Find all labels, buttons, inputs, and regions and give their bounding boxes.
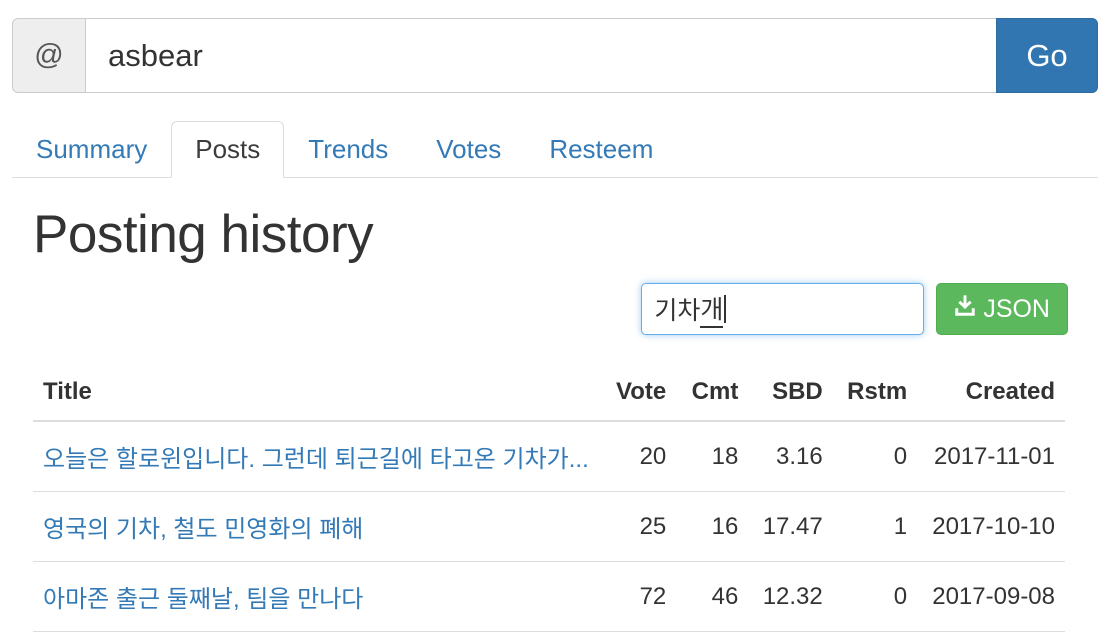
post-title-link[interactable]: 오늘은 할로윈입니다. 그런데 퇴근길에 타고온 기차가... — [43, 446, 589, 473]
cell-cmt: 18 — [711, 442, 739, 470]
cell-cmt: 12 — [676, 631, 749, 642]
column-header-title[interactable]: Title — [33, 370, 599, 422]
cell-vote: 72 — [598, 561, 677, 632]
export-json-label: JSON — [983, 294, 1050, 323]
tab-summary[interactable]: Summary — [12, 121, 171, 178]
cell-created: 2017-09-08 — [917, 561, 1065, 632]
table-row: 영국에서 프로그래머로 취업하기 (하) 20 12 18.56 2 2017-… — [33, 631, 1065, 642]
post-title-link[interactable]: 영국의 기차, 철도 민영화의 폐해 — [43, 516, 363, 543]
account-search-group: @ Go — [12, 18, 1098, 93]
account-search-input[interactable] — [86, 18, 996, 93]
cell-sbd: 12.32 — [748, 561, 833, 632]
table-head: Title Vote Cmt SBD Rstm Created — [33, 370, 1065, 422]
cell-sbd: 3.16 — [776, 442, 823, 470]
column-header-rstm[interactable]: Rstm — [832, 370, 918, 422]
tab-posts[interactable]: Posts — [171, 121, 285, 178]
cell-title: 영국에서 프로그래머로 취업하기 (하) — [33, 631, 599, 642]
profile-tabs: Summary Posts Trends Votes Resteem — [12, 118, 1098, 178]
cell-cmt: 16 — [676, 491, 749, 562]
column-header-created[interactable]: Created — [917, 370, 1065, 422]
page-root: @ Go Summary Posts Trends Votes Resteem … — [0, 0, 1110, 642]
posting-history-table: Title Vote Cmt SBD Rstm Created 오늘은 할로윈입… — [33, 370, 1065, 642]
tab-resteem[interactable]: Resteem — [525, 121, 677, 178]
tab-votes[interactable]: Votes — [412, 121, 525, 178]
table-filter-input[interactable]: 기차 개 — [641, 283, 925, 335]
column-header-sbd[interactable]: SBD — [748, 370, 833, 422]
post-title-link[interactable]: 아마존 출근 둘째날, 팀을 만나다 — [43, 586, 363, 613]
download-icon — [954, 294, 976, 324]
tab-trends[interactable]: Trends — [284, 121, 412, 178]
page-title: Posting history — [33, 205, 374, 264]
cell-vote: 20 — [598, 631, 677, 642]
table-body: 오늘은 할로윈입니다. 그런데 퇴근길에 타고온 기차가... 20 18 3.… — [33, 421, 1065, 642]
column-header-vote[interactable]: Vote — [598, 370, 677, 422]
cell-title: 영국의 기차, 철도 민영화의 폐해 — [33, 491, 599, 562]
export-json-button[interactable]: JSON — [936, 283, 1068, 335]
table-row: 아마존 출근 둘째날, 팀을 만나다 72 46 12.32 0 2017-09… — [33, 561, 1065, 632]
go-button[interactable]: Go — [996, 18, 1098, 93]
cell-sbd: 17.47 — [748, 491, 833, 562]
cell-rstm: 0 — [893, 442, 908, 470]
table-toolbar: 기차 개 JSON — [641, 283, 1068, 335]
cell-vote: 20 — [639, 442, 667, 470]
cell-rstm: 2 — [832, 631, 918, 642]
column-header-cmt[interactable]: Cmt — [676, 370, 749, 422]
table-row: 오늘은 할로윈입니다. 그런데 퇴근길에 타고온 기차가... 20 18 3.… — [33, 421, 1065, 492]
at-symbol-icon: @ — [12, 18, 86, 93]
table-row: 영국의 기차, 철도 민영화의 폐해 25 16 17.47 1 2017-10… — [33, 491, 1065, 562]
cell-title: 아마존 출근 둘째날, 팀을 만나다 — [33, 561, 599, 632]
text-caret — [724, 295, 727, 323]
cell-sbd: 18.56 — [748, 631, 833, 642]
cell-vote: 25 — [598, 491, 677, 562]
cell-created: 2017-10-10 — [917, 491, 1065, 562]
cell-title: 오늘은 할로윈입니다. 그런데 퇴근길에 타고온 기차가... — [33, 421, 599, 492]
cell-created: 2017-07-23 — [917, 631, 1065, 642]
filter-composing-text: 개 — [700, 290, 724, 328]
cell-cmt: 46 — [676, 561, 749, 632]
cell-rstm: 1 — [832, 491, 918, 562]
cell-created: 2017-11-01 — [934, 442, 1055, 470]
filter-committed-text: 기차 — [654, 297, 701, 325]
cell-rstm: 0 — [832, 561, 918, 632]
table-header-row: Title Vote Cmt SBD Rstm Created — [33, 370, 1065, 422]
